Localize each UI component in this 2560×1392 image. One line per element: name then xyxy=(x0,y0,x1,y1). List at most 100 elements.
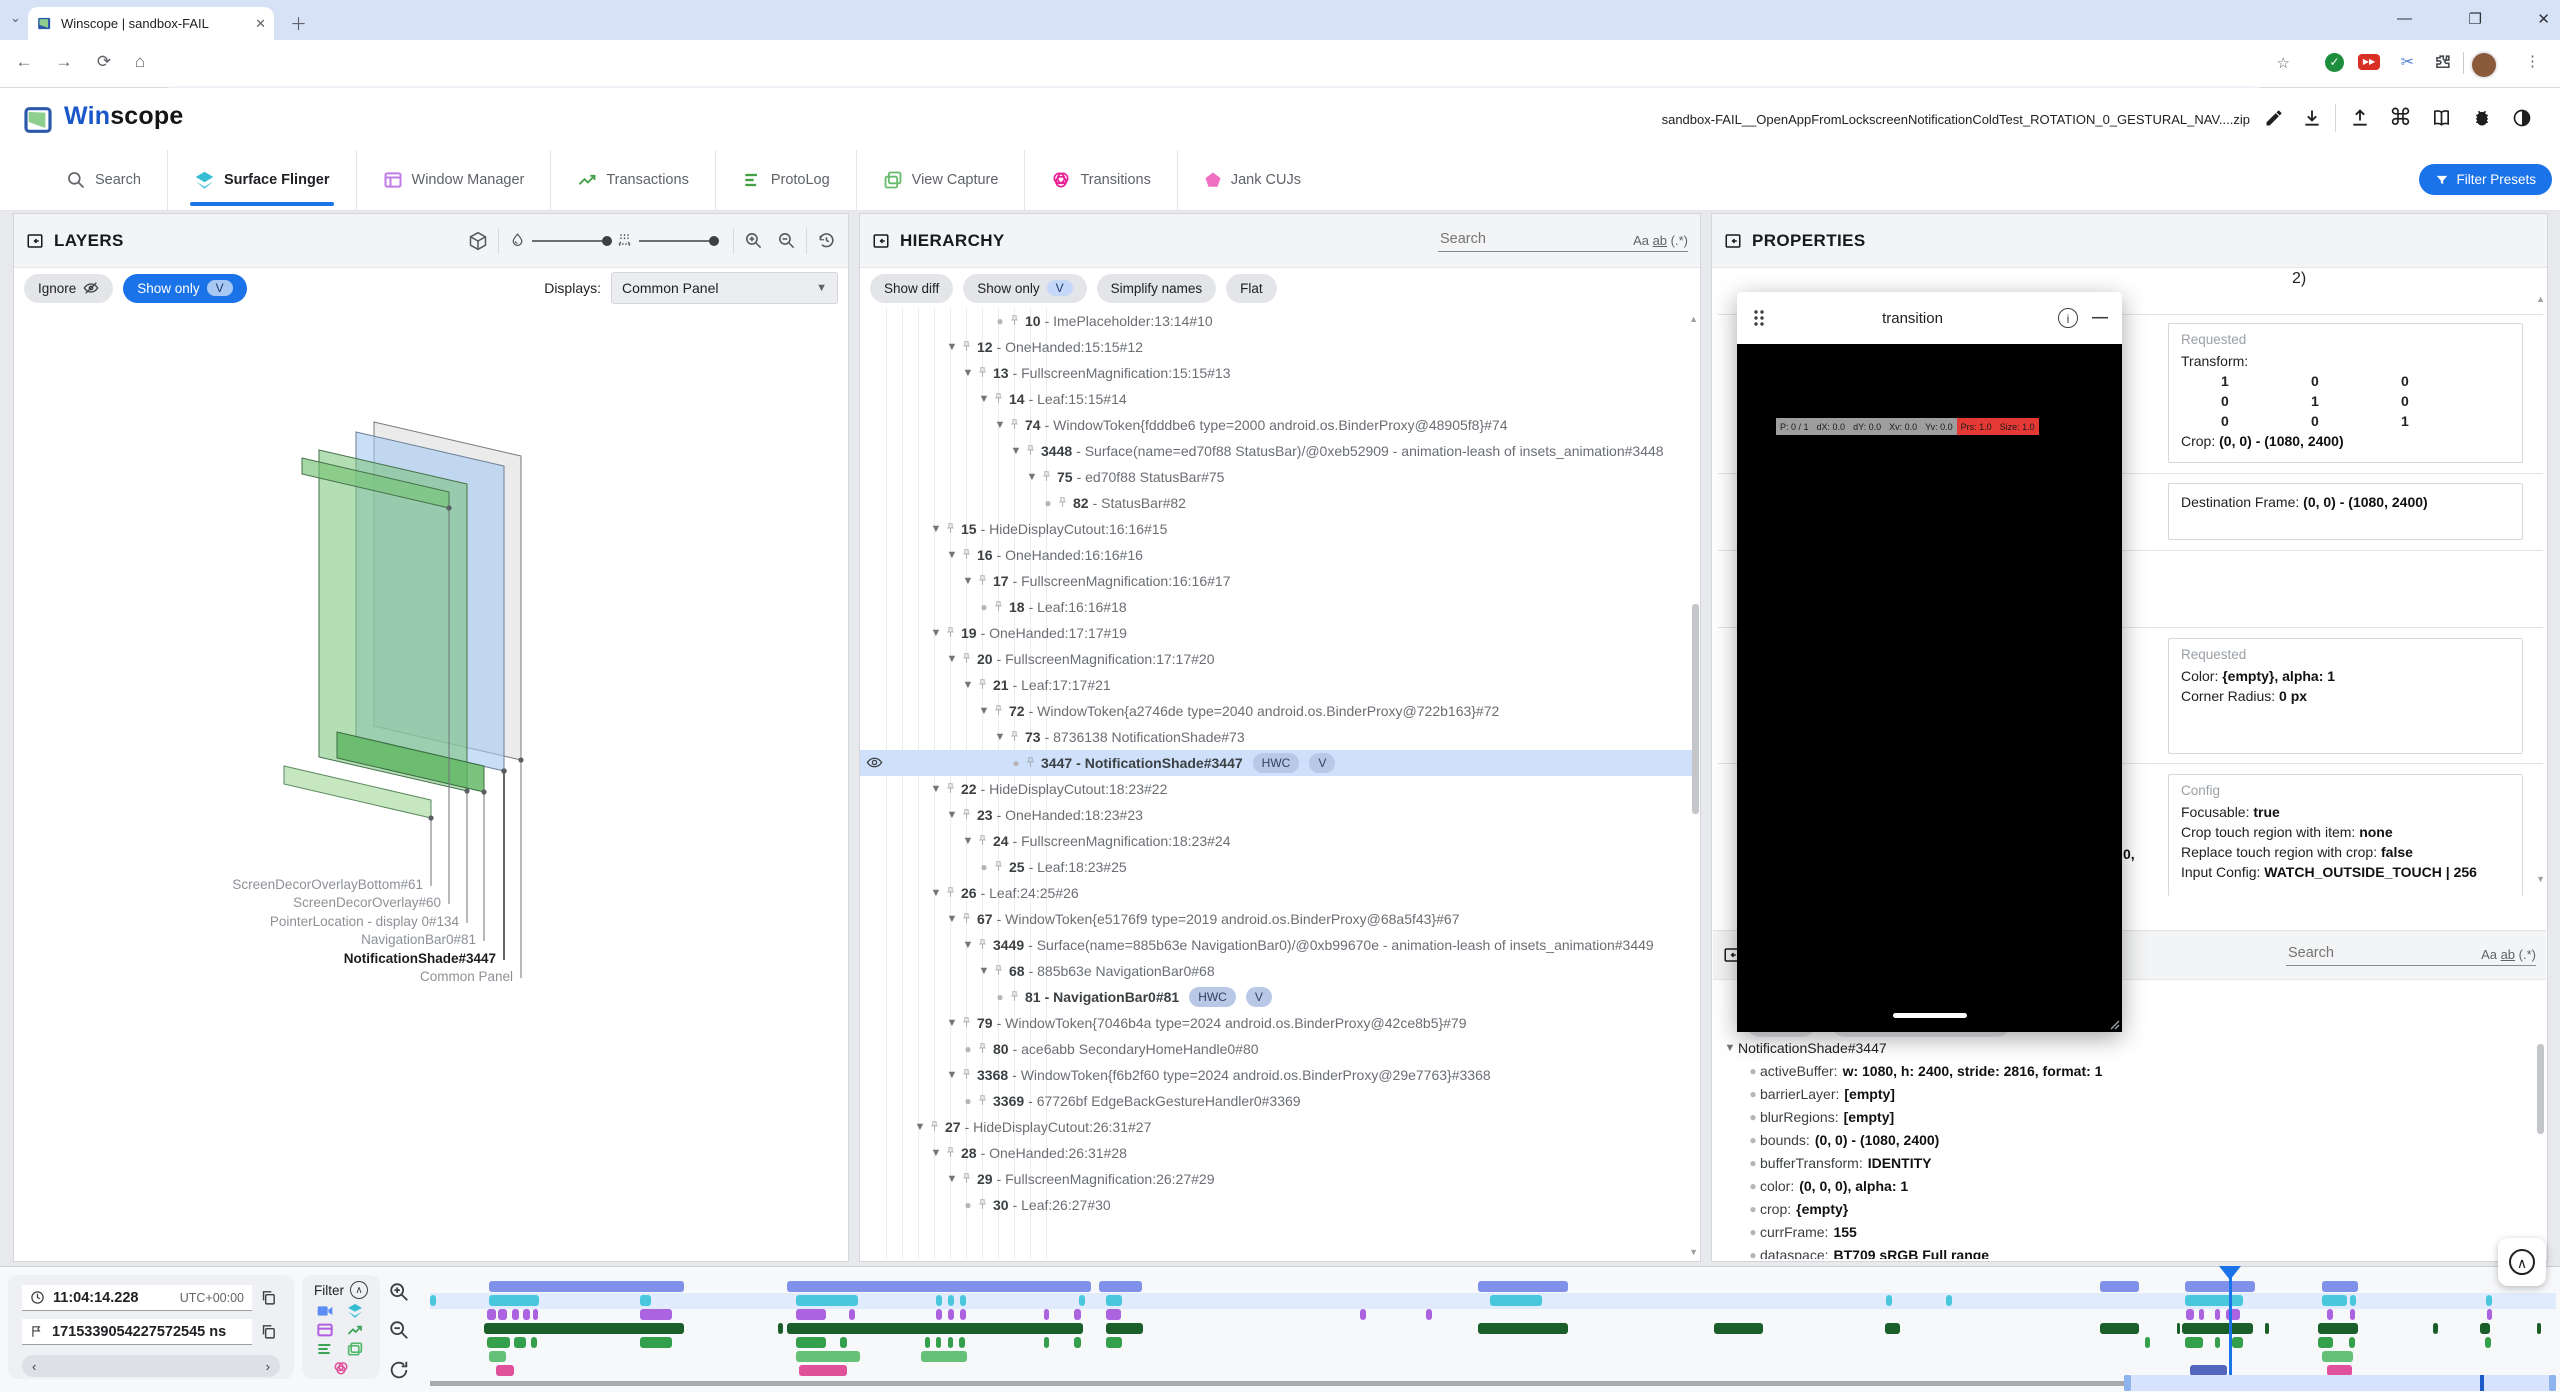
download-trace-icon[interactable] xyxy=(2302,108,2322,128)
hierarchy-scrollbar[interactable] xyxy=(1692,604,1699,814)
pin-icon[interactable] xyxy=(976,932,989,951)
expander-icon[interactable]: ▼ xyxy=(1024,464,1040,490)
pin-icon[interactable] xyxy=(976,360,989,379)
expander-icon[interactable]: ▼ xyxy=(1722,1042,1738,1054)
expander-icon[interactable]: ▼ xyxy=(944,334,960,360)
pin-icon[interactable] xyxy=(928,1114,941,1133)
expander-icon[interactable]: ▼ xyxy=(928,776,944,802)
search-modifier-icons[interactable]: Aa ab (.*) xyxy=(2481,947,2536,962)
extensions-puzzle-icon[interactable] xyxy=(2433,53,2452,72)
surface-flinger-trace-icon[interactable] xyxy=(347,1304,363,1318)
event-block[interactable] xyxy=(948,1337,953,1348)
pin-icon[interactable] xyxy=(960,1166,973,1185)
event-block[interactable] xyxy=(2100,1281,2139,1292)
event-block[interactable] xyxy=(925,1337,930,1348)
rotation-slider[interactable] xyxy=(532,240,610,242)
tab-transactions[interactable]: Transactions xyxy=(550,150,714,210)
property-tree-row[interactable]: ●barrierLayer:[empty] xyxy=(1746,1082,2531,1105)
expander-icon[interactable]: ▼ xyxy=(960,360,976,386)
hierarchy-row[interactable]: ▼12- OneHanded:15:15#12 xyxy=(860,334,1692,360)
expander-icon[interactable]: ▼ xyxy=(928,516,944,542)
pin-icon[interactable] xyxy=(960,1010,973,1029)
timeline-overview-track[interactable] xyxy=(430,1381,2124,1386)
event-block[interactable] xyxy=(1946,1295,1952,1306)
layer-label[interactable]: NavigationBar0#81 xyxy=(361,932,476,947)
hierarchy-row[interactable]: ▼3368- WindowToken{f6b2f60 type=2024 and… xyxy=(860,1062,1692,1088)
event-block[interactable] xyxy=(2350,1295,2356,1306)
event-block[interactable] xyxy=(640,1337,672,1348)
event-block[interactable] xyxy=(1426,1309,1432,1320)
search-modifier-icons[interactable]: Aa ab (.*) xyxy=(1633,233,1688,248)
back-icon[interactable]: ← xyxy=(10,52,38,72)
track-transitions[interactable] xyxy=(430,1281,2556,1292)
pin-icon[interactable] xyxy=(944,516,957,535)
window-close-icon[interactable]: ✕ xyxy=(2537,10,2550,28)
event-block[interactable] xyxy=(489,1295,539,1306)
scroll-up-arrow[interactable]: ▲ xyxy=(2536,294,2545,304)
event-block[interactable] xyxy=(2318,1337,2333,1348)
dark-mode-icon[interactable] xyxy=(2512,108,2532,128)
extension-check-icon[interactable]: ✓ xyxy=(2325,53,2344,72)
human-time-field[interactable]: 11:04:14.228 UTC+00:00 xyxy=(22,1285,252,1311)
event-block[interactable] xyxy=(2145,1337,2150,1348)
ignore-chip[interactable]: Ignore xyxy=(24,274,113,303)
pin-icon[interactable] xyxy=(960,646,973,665)
hierarchy-row[interactable]: ●80- ace6abb SecondaryHomeHandle0#80 xyxy=(860,1036,1692,1062)
expander-icon[interactable]: ▼ xyxy=(944,542,960,568)
pin-icon[interactable] xyxy=(944,880,957,899)
expander-icon[interactable]: ▼ xyxy=(976,386,992,412)
expander-icon[interactable]: ▼ xyxy=(960,932,976,958)
pin-icon[interactable] xyxy=(960,802,973,821)
layer-label[interactable]: NotificationShade#3447 xyxy=(344,951,496,966)
expander-icon[interactable]: ▼ xyxy=(976,698,992,724)
expander-icon[interactable]: ▼ xyxy=(928,1140,944,1166)
transition-window[interactable]: transition i — P: 0 / 1dX: 0.0dY: 0.0Xv:… xyxy=(1737,292,2122,1032)
timeline-zoom-out-icon[interactable] xyxy=(388,1319,410,1341)
properties-search-input[interactable] xyxy=(2286,944,2473,962)
event-block[interactable] xyxy=(787,1323,1083,1334)
pin-icon[interactable] xyxy=(976,1088,989,1107)
event-block[interactable] xyxy=(948,1309,954,1320)
hierarchy-row[interactable]: ▼20- FullscreenMagnification:17:17#20 xyxy=(860,646,1692,672)
new-tab-icon[interactable]: ＋ xyxy=(290,10,307,35)
profile-avatar[interactable] xyxy=(2470,51,2498,79)
expander-icon[interactable]: ▼ xyxy=(944,906,960,932)
event-block[interactable] xyxy=(849,1309,855,1320)
window-restore-icon[interactable]: ❐ xyxy=(2469,10,2482,28)
hierarchy-row[interactable]: ▼19- OneHanded:17:17#19 xyxy=(860,620,1692,646)
window-manager-trace-icon[interactable] xyxy=(317,1323,333,1337)
event-block[interactable] xyxy=(2322,1351,2353,1362)
event-block[interactable] xyxy=(1099,1281,1142,1292)
layer-label[interactable]: ScreenDecorOverlayBottom#61 xyxy=(232,877,423,892)
pin-icon[interactable] xyxy=(960,334,973,353)
event-block[interactable] xyxy=(778,1323,783,1334)
event-block[interactable] xyxy=(840,1337,847,1348)
event-block[interactable] xyxy=(1885,1323,1900,1334)
pin-icon[interactable] xyxy=(1056,490,1069,509)
event-block[interactable] xyxy=(496,1365,514,1376)
pin-icon[interactable] xyxy=(992,854,1005,873)
displays-select[interactable]: Common Panel ▼ xyxy=(611,272,838,304)
event-block[interactable] xyxy=(2186,1309,2194,1320)
tab-view-capture[interactable]: View Capture xyxy=(856,150,1025,210)
property-tree-row[interactable]: ●bufferTransform:IDENTITY xyxy=(1746,1151,2531,1174)
hierarchy-row[interactable]: ▼21- Leaf:17:17#21 xyxy=(860,672,1692,698)
expander-icon[interactable]: ▼ xyxy=(928,620,944,646)
event-block[interactable] xyxy=(2322,1281,2358,1292)
event-block[interactable] xyxy=(2480,1323,2490,1334)
show-only-chip-layers[interactable]: Show only V xyxy=(123,274,246,303)
edit-filename-icon[interactable] xyxy=(2264,108,2284,128)
event-block[interactable] xyxy=(2215,1309,2220,1320)
layer-label[interactable]: ScreenDecorOverlay#60 xyxy=(293,895,441,910)
view-capture-trace-icon[interactable] xyxy=(347,1342,363,1356)
pin-icon[interactable] xyxy=(944,620,957,639)
pin-icon[interactable] xyxy=(976,1036,989,1055)
tab-protolog[interactable]: ProtoLog xyxy=(715,150,856,210)
layers-3d-canvas[interactable]: ScreenDecorOverlayBottom#61 ScreenDecorOv… xyxy=(15,309,847,1260)
event-block[interactable] xyxy=(1106,1309,1121,1320)
documentation-icon[interactable] xyxy=(2431,108,2452,128)
expander-icon[interactable]: ▼ xyxy=(976,958,992,984)
event-block[interactable] xyxy=(796,1337,826,1348)
3d-view-icon[interactable] xyxy=(468,231,488,251)
pin-icon[interactable] xyxy=(1008,724,1021,743)
